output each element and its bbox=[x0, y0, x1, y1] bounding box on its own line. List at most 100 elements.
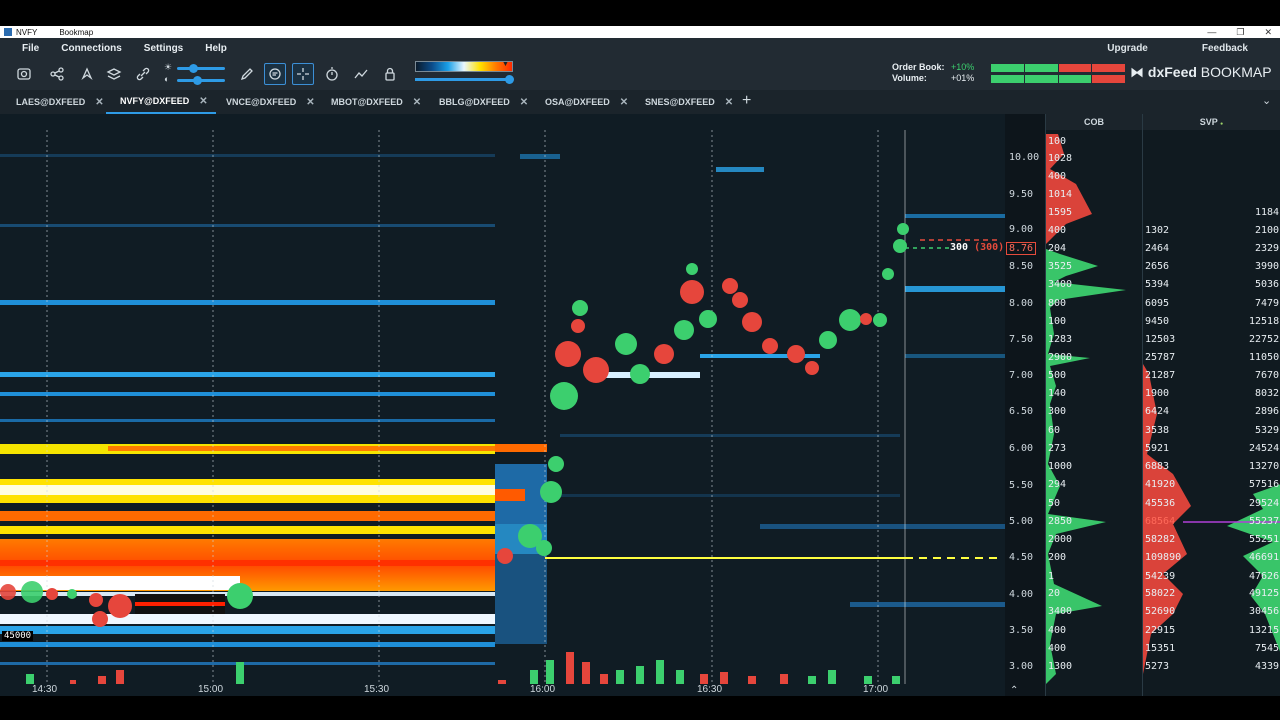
close-tab-icon[interactable]: ✕ bbox=[413, 97, 421, 108]
heatmap-chart[interactable]: 300 (300) bbox=[0, 114, 1005, 696]
order-marker-pending: (300) bbox=[974, 242, 1005, 253]
volume-label: Volume: bbox=[892, 73, 927, 83]
close-tab-icon[interactable]: ✕ bbox=[95, 97, 103, 108]
contrast-icon: ◐ bbox=[164, 74, 170, 84]
price-label: 6.00 bbox=[1009, 443, 1034, 454]
svp-value: 58022 bbox=[1145, 588, 1176, 599]
svp-value: 6883 bbox=[1145, 461, 1170, 472]
tab-osa[interactable]: OSA@DXFEED ✕ bbox=[545, 90, 628, 114]
menu-settings[interactable]: Settings bbox=[144, 43, 183, 54]
heatmap-dropdown-icon[interactable]: ▼ bbox=[502, 61, 509, 68]
svp-value: 5329 bbox=[1255, 425, 1280, 436]
upgrade-link[interactable]: Upgrade bbox=[1107, 43, 1148, 54]
timer-icon[interactable] bbox=[322, 64, 342, 84]
tab-bblg[interactable]: BBLG@DXFEED ✕ bbox=[439, 90, 528, 114]
close-tab-icon[interactable]: ✕ bbox=[306, 97, 314, 108]
heatmap-range-knob[interactable] bbox=[505, 75, 514, 84]
crosshair-icon[interactable] bbox=[292, 63, 314, 85]
svp-value: 2896 bbox=[1255, 406, 1280, 417]
svp-value: 2100 bbox=[1255, 225, 1280, 236]
svp-value: 2656 bbox=[1145, 261, 1170, 272]
price-label: 9.00 bbox=[1009, 224, 1034, 235]
chevron-down-icon[interactable]: ⌄ bbox=[1262, 94, 1271, 107]
order-book-stats-values: +10% +01% bbox=[951, 62, 974, 84]
time-label: 14:30 bbox=[32, 684, 58, 695]
svp-value: 68564 bbox=[1145, 516, 1176, 527]
price-label: 8.00 bbox=[1009, 298, 1034, 309]
svp-value: 47626 bbox=[1249, 571, 1280, 582]
tab-label: MBOT@DXFEED bbox=[331, 97, 403, 107]
feedback-link[interactable]: Feedback bbox=[1202, 43, 1248, 54]
tab-label: SNES@DXFEED bbox=[645, 97, 715, 107]
svp-value: 57516 bbox=[1249, 479, 1280, 490]
time-label: 16:00 bbox=[530, 684, 556, 695]
screen-top-border bbox=[0, 0, 1280, 26]
svp-value: 1900 bbox=[1145, 388, 1170, 399]
close-tab-icon[interactable]: ✕ bbox=[199, 96, 207, 107]
contrast-knob[interactable] bbox=[193, 76, 202, 85]
cob-value: 400 bbox=[1048, 225, 1067, 236]
menu-bar: File Connections Settings Help Upgrade F… bbox=[0, 38, 1280, 58]
indicator-icon[interactable] bbox=[351, 64, 371, 84]
menu-help[interactable]: Help bbox=[205, 43, 227, 54]
svp-value: 6424 bbox=[1145, 406, 1170, 417]
menu-file[interactable]: File bbox=[22, 43, 39, 54]
cob-value: 400 bbox=[1048, 171, 1067, 182]
tab-vnce[interactable]: VNCE@DXFEED ✕ bbox=[226, 90, 315, 114]
cob-value: 273 bbox=[1048, 443, 1067, 454]
brightness-icon: ☀ bbox=[164, 62, 173, 72]
screen-bottom-border bbox=[0, 696, 1280, 720]
svp-value: 6095 bbox=[1145, 298, 1170, 309]
svp-value: 22915 bbox=[1145, 625, 1176, 636]
heatmap-liquidity-bands bbox=[0, 154, 1005, 665]
heatmap-color-scale[interactable] bbox=[415, 61, 513, 72]
tab-nvfy[interactable]: NVFY@DXFEED ✕ bbox=[106, 90, 216, 114]
tab-mbot[interactable]: MBOT@DXFEED ✕ bbox=[331, 90, 421, 114]
svp-value: 5273 bbox=[1145, 661, 1170, 672]
svp-value: 8032 bbox=[1255, 388, 1280, 399]
chevron-up-icon[interactable]: ⌃ bbox=[1010, 685, 1018, 696]
add-tab-icon[interactable]: + bbox=[742, 92, 751, 110]
restore-icon[interactable]: ❐ bbox=[1236, 26, 1244, 38]
rocket-icon[interactable] bbox=[77, 64, 97, 84]
svp-value: 49125 bbox=[1249, 588, 1280, 599]
minimize-icon[interactable]: — bbox=[1207, 26, 1216, 38]
volume-bars bbox=[26, 652, 900, 684]
close-tab-icon[interactable]: ✕ bbox=[520, 97, 528, 108]
share-icon[interactable] bbox=[47, 64, 67, 84]
layers-icon[interactable] bbox=[104, 64, 124, 84]
tab-label: VNCE@DXFEED bbox=[226, 97, 297, 107]
price-label: 9.50 bbox=[1009, 189, 1034, 200]
svp-value: 5394 bbox=[1145, 279, 1170, 290]
menu-connections[interactable]: Connections bbox=[61, 43, 122, 54]
brand-prefix: dxFeed bbox=[1147, 64, 1197, 80]
tab-snes[interactable]: SNES@DXFEED ✕ bbox=[645, 90, 733, 114]
cob-value: 100 bbox=[1048, 136, 1067, 147]
close-tab-icon[interactable]: ✕ bbox=[725, 97, 733, 108]
price-label: 4.00 bbox=[1009, 589, 1034, 600]
lock-icon[interactable] bbox=[380, 64, 400, 84]
pencil-icon[interactable] bbox=[237, 64, 257, 84]
tab-laes[interactable]: LAES@DXFEED ✕ bbox=[16, 90, 104, 114]
chat-icon[interactable] bbox=[264, 63, 286, 85]
heatmap-range-slider[interactable] bbox=[415, 78, 511, 81]
tab-label: NVFY@DXFEED bbox=[120, 96, 190, 106]
cob-value: 800 bbox=[1048, 298, 1067, 309]
screenshot-icon[interactable] bbox=[14, 64, 34, 84]
close-icon[interactable]: ✕ bbox=[1264, 26, 1272, 38]
svp-value: 13270 bbox=[1249, 461, 1280, 472]
cob-value: 400 bbox=[1048, 625, 1067, 636]
svp-value: 22752 bbox=[1249, 334, 1280, 345]
svp-value: 54239 bbox=[1145, 571, 1176, 582]
link-icon[interactable] bbox=[133, 64, 153, 84]
brightness-knob[interactable] bbox=[189, 64, 198, 73]
svp-value: 1302 bbox=[1145, 225, 1170, 236]
close-tab-icon[interactable]: ✕ bbox=[620, 97, 628, 108]
brightness-slider[interactable] bbox=[177, 67, 225, 70]
volume-scale-label: 45000 bbox=[2, 631, 34, 641]
cob-value: 294 bbox=[1048, 479, 1067, 490]
svp-value: 13215 bbox=[1249, 625, 1280, 636]
svp-value: 109890 bbox=[1145, 552, 1182, 563]
svp-value: 9450 bbox=[1145, 316, 1170, 327]
svp-value: 45536 bbox=[1145, 498, 1176, 509]
